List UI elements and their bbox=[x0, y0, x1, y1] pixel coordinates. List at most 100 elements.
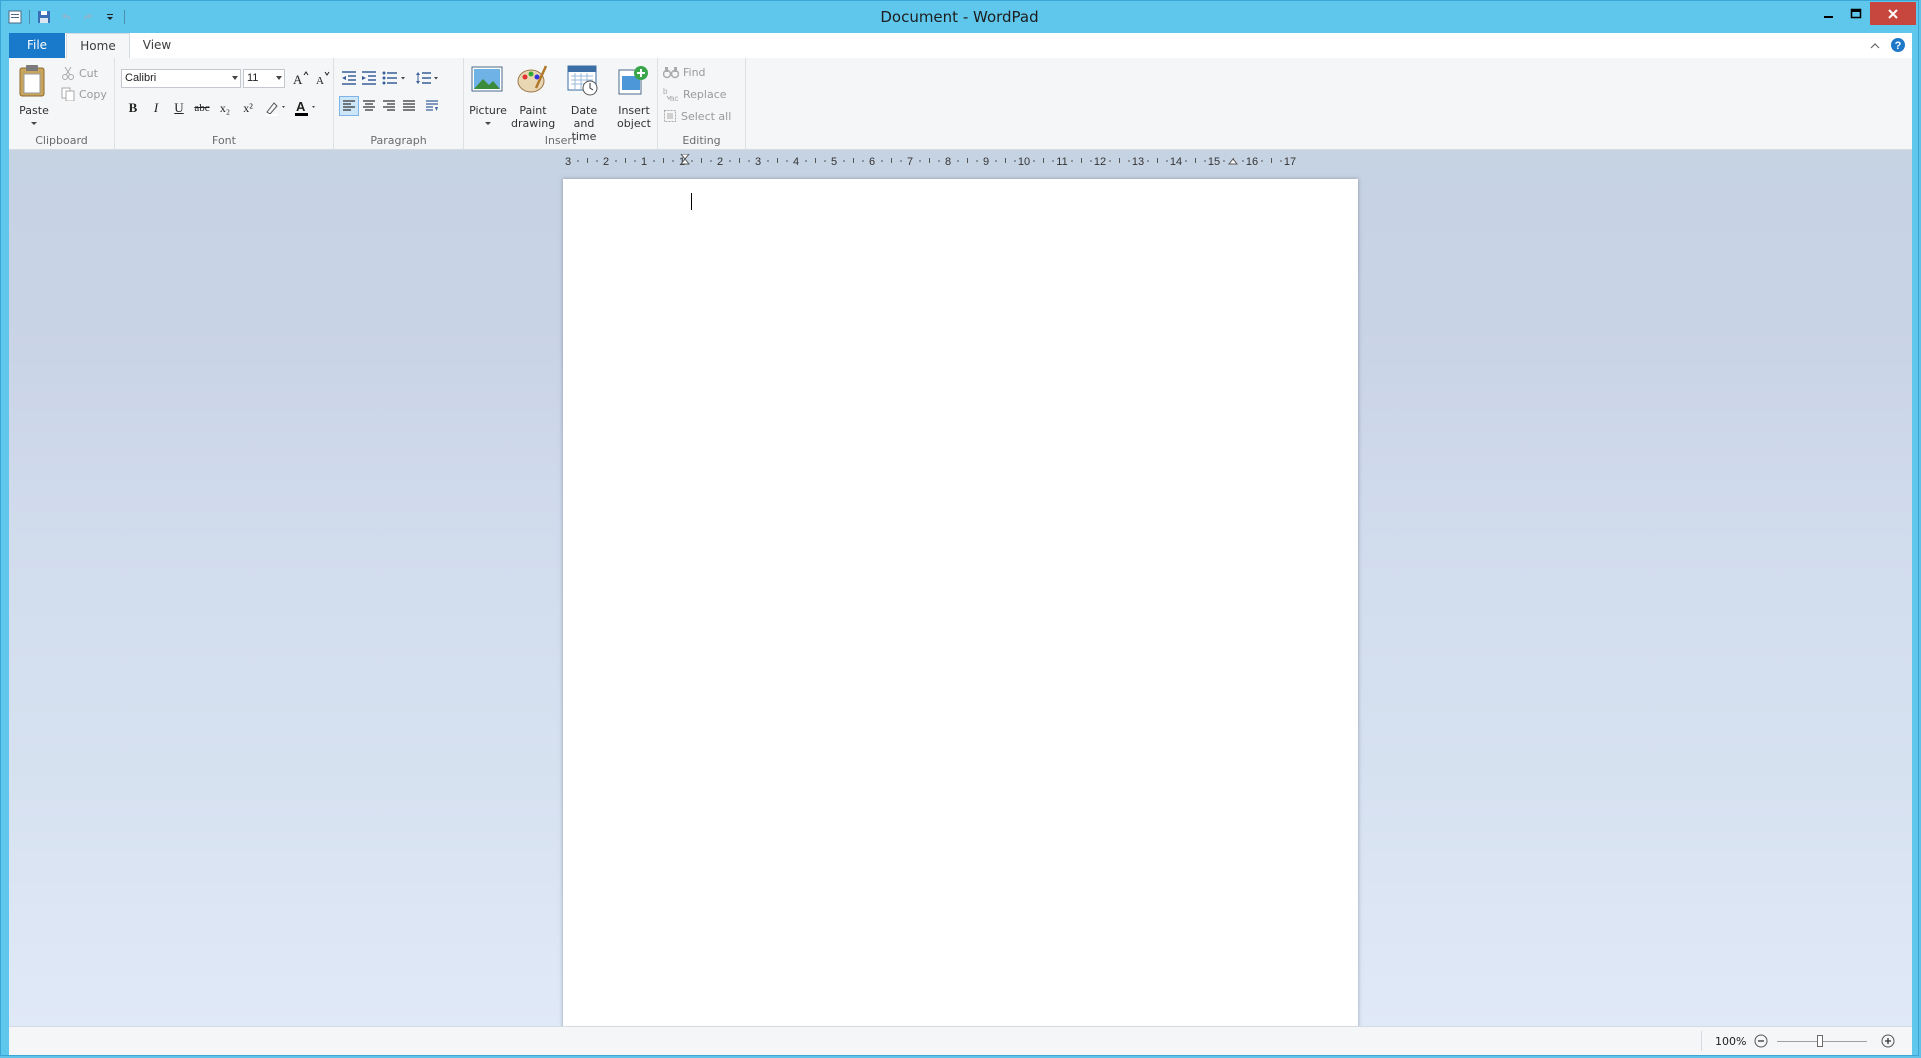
zoom-slider-thumb[interactable] bbox=[1817, 1035, 1823, 1047]
ruler-tick bbox=[1071, 160, 1073, 162]
ruler-tick bbox=[824, 160, 826, 162]
shrink-font-button[interactable]: A bbox=[313, 68, 333, 88]
increase-indent-button[interactable] bbox=[359, 68, 379, 88]
ruler-tick bbox=[815, 158, 816, 163]
ruler-tick bbox=[1280, 160, 1282, 162]
close-icon bbox=[1888, 8, 1898, 19]
highlighter-icon bbox=[266, 102, 285, 116]
maximize-button[interactable] bbox=[1842, 2, 1869, 25]
horizontal-ruler[interactable]: 3211234567891011121314151617 bbox=[563, 154, 1363, 168]
superscript-button[interactable]: x² bbox=[238, 98, 258, 118]
date-and-time-button[interactable]: Date and time bbox=[559, 64, 609, 143]
chevron-down-icon bbox=[485, 122, 491, 125]
insert-object-button[interactable]: Insert object bbox=[614, 64, 654, 130]
ruler-label: 9 bbox=[983, 156, 989, 168]
cut-button[interactable]: Cut bbox=[61, 64, 98, 82]
bullets-button[interactable] bbox=[381, 68, 409, 88]
align-right-icon bbox=[383, 100, 395, 111]
date-and-time-label-1: Date and bbox=[570, 104, 598, 130]
justify-icon bbox=[403, 100, 415, 111]
tab-file[interactable]: File bbox=[9, 33, 65, 58]
clipboard-group-label: Clipboard bbox=[35, 134, 88, 147]
ruler-tick bbox=[891, 158, 892, 163]
ruler-tick bbox=[805, 160, 807, 162]
ruler-tick bbox=[900, 160, 902, 162]
chevron-down-icon bbox=[31, 122, 37, 125]
font-size-value: 11 bbox=[247, 72, 259, 84]
ruler-label: 13 bbox=[1132, 156, 1144, 168]
font-color-button[interactable]: A bbox=[293, 98, 319, 118]
window-title: Document - WordPad bbox=[880, 8, 1039, 26]
paste-icon bbox=[19, 65, 45, 97]
underline-button[interactable]: U bbox=[169, 98, 189, 118]
ruler-tick bbox=[1185, 160, 1187, 162]
ruler-tick bbox=[976, 160, 978, 162]
ruler-tick bbox=[995, 160, 997, 162]
align-right-button[interactable] bbox=[379, 96, 399, 116]
ruler-tick bbox=[843, 160, 845, 162]
chevron-down-icon bbox=[232, 76, 238, 80]
line-spacing-button[interactable] bbox=[414, 68, 442, 88]
document-area[interactable]: 3211234567891011121314151617 bbox=[9, 150, 1912, 1026]
chevron-down-icon bbox=[276, 76, 282, 80]
svg-text:A: A bbox=[293, 72, 303, 86]
zoom-out-icon[interactable] bbox=[1754, 1034, 1768, 1048]
editing-group-label: Editing bbox=[682, 134, 721, 147]
italic-button[interactable]: I bbox=[146, 98, 166, 118]
ruler-tick bbox=[1043, 158, 1044, 163]
ruler-tick bbox=[1119, 158, 1120, 163]
grow-font-button[interactable]: A bbox=[291, 68, 311, 88]
align-center-button[interactable] bbox=[359, 96, 379, 116]
ruler-tick bbox=[701, 158, 702, 163]
insert-picture-button[interactable]: Picture bbox=[468, 64, 508, 130]
ruler-tick bbox=[672, 160, 674, 162]
ruler-tick bbox=[1261, 160, 1263, 162]
font-family-select[interactable]: Calibri bbox=[121, 69, 241, 88]
paragraph-group-label: Paragraph bbox=[370, 134, 427, 147]
paragraph-settings-icon bbox=[426, 100, 438, 111]
ruler-label: 6 bbox=[869, 156, 875, 168]
document-page[interactable] bbox=[563, 179, 1358, 1026]
paragraph-settings-button[interactable] bbox=[422, 96, 442, 116]
subscript-button[interactable]: x₂ bbox=[215, 98, 235, 118]
justify-button[interactable] bbox=[399, 96, 419, 116]
ruler-tick bbox=[786, 160, 788, 162]
replace-button[interactable]: b ac Replace bbox=[663, 85, 727, 103]
ruler-label: 7 bbox=[907, 156, 913, 168]
minimize-icon bbox=[1824, 15, 1833, 18]
tab-home[interactable]: Home bbox=[66, 33, 130, 59]
help-icon[interactable]: ? bbox=[1890, 37, 1906, 56]
ruler-tick bbox=[1081, 158, 1082, 163]
insert-object-label-2: object bbox=[617, 117, 651, 130]
ruler-tick bbox=[1204, 160, 1206, 162]
paste-button[interactable]: Paste bbox=[17, 64, 51, 130]
ruler-tick bbox=[881, 160, 883, 162]
font-size-select[interactable]: 11 bbox=[243, 69, 285, 88]
paste-label: Paste bbox=[19, 104, 49, 117]
zoom-in-icon[interactable] bbox=[1881, 1034, 1895, 1048]
ruler-tick bbox=[596, 160, 598, 162]
ruler-tick bbox=[1223, 160, 1225, 162]
ruler-label: 15 bbox=[1208, 156, 1220, 168]
strikethrough-button[interactable]: abc bbox=[192, 98, 212, 118]
find-button[interactable]: Find bbox=[663, 63, 706, 81]
cut-label: Cut bbox=[79, 66, 98, 80]
select-all-button[interactable]: Select all bbox=[663, 107, 731, 125]
minimize-button[interactable] bbox=[1815, 2, 1841, 25]
maximize-icon bbox=[1850, 8, 1861, 18]
close-button[interactable] bbox=[1870, 2, 1916, 25]
ruler-tick bbox=[1166, 160, 1168, 162]
decrease-indent-button[interactable] bbox=[339, 68, 359, 88]
right-indent-marker[interactable] bbox=[1227, 158, 1239, 165]
subscript-icon: x₂ bbox=[219, 100, 231, 115]
tab-view[interactable]: View bbox=[133, 33, 181, 58]
copy-button[interactable]: Copy bbox=[61, 85, 107, 103]
paint-drawing-button[interactable]: Paint drawing bbox=[511, 64, 555, 130]
bold-button[interactable]: B bbox=[123, 98, 143, 118]
ruler-label: 2 bbox=[717, 156, 723, 168]
minimize-ribbon-icon[interactable] bbox=[1870, 40, 1880, 53]
ruler-label: 11 bbox=[1056, 156, 1067, 168]
ruler-tick bbox=[1033, 160, 1035, 162]
align-left-button[interactable] bbox=[339, 96, 359, 116]
highlight-color-button[interactable] bbox=[263, 98, 289, 118]
